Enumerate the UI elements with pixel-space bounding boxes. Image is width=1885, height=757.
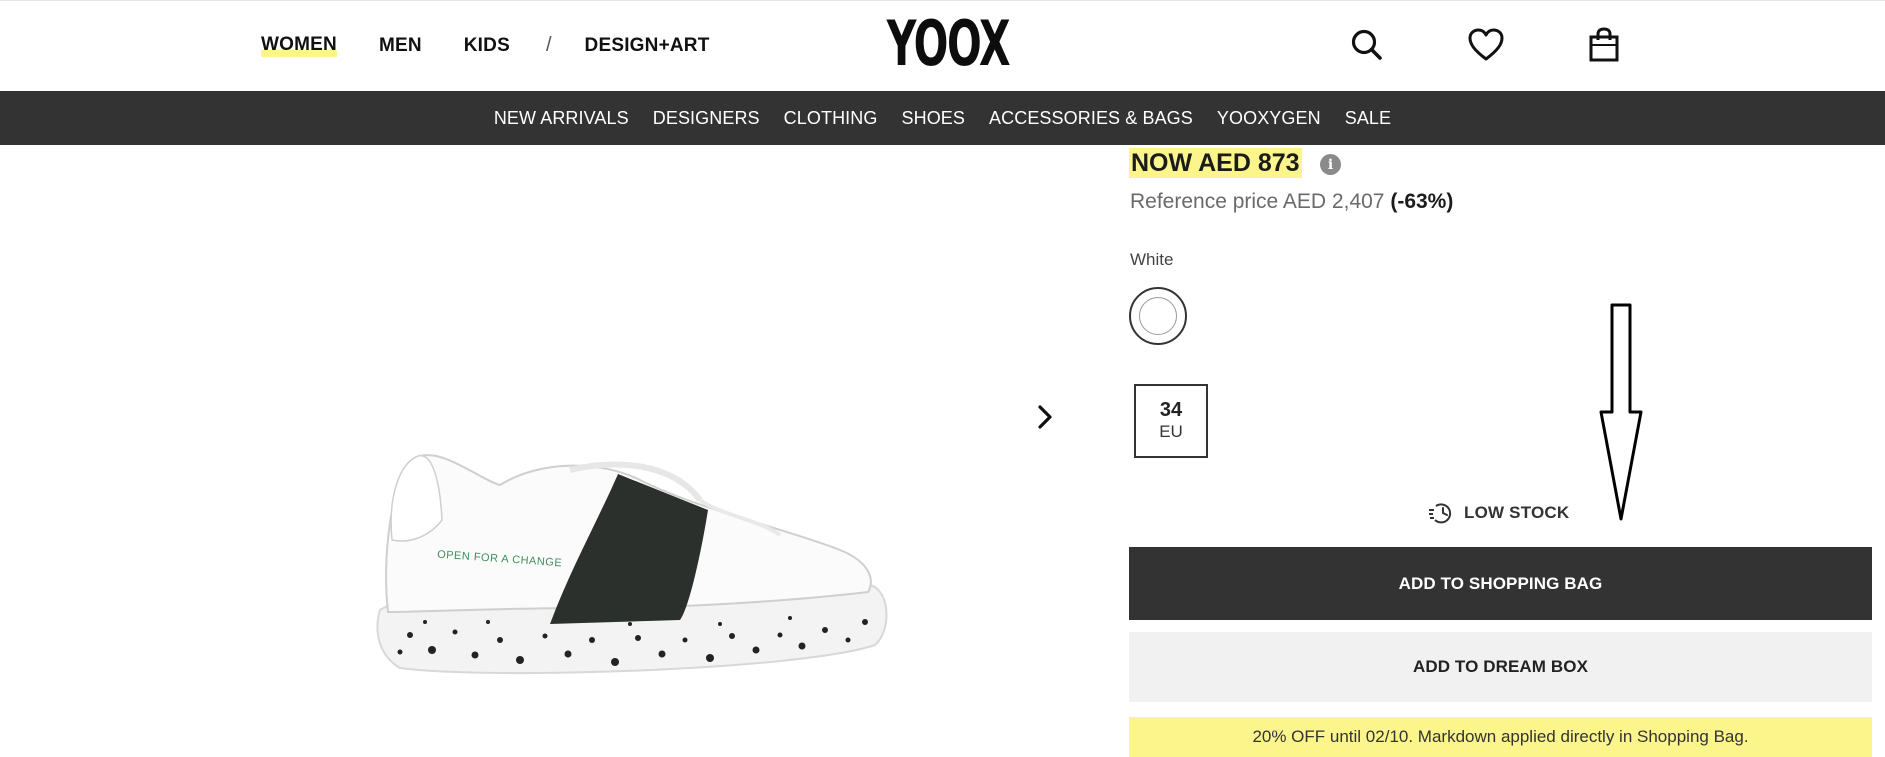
reference-price: Reference price AED 2,407 (-63%) xyxy=(1130,190,1453,214)
stock-indicator: LOW STOCK xyxy=(1428,501,1569,525)
nav-design-art[interactable]: DESIGN+ART xyxy=(585,35,710,57)
promo-banner: 20% OFF until 02/10. Markdown applied di… xyxy=(1129,717,1872,757)
top-header: WOMEN MEN KIDS / DESIGN+ART YOOX xyxy=(0,0,1885,91)
down-arrow-annotation xyxy=(1599,303,1643,521)
nav-men[interactable]: MEN xyxy=(379,35,422,57)
nav-separator: / xyxy=(545,34,552,56)
product-image[interactable] xyxy=(370,440,900,700)
color-swatch-white[interactable] xyxy=(1129,287,1187,345)
size-value: 34 xyxy=(1159,399,1183,421)
category-shoes[interactable]: SHOES xyxy=(901,108,965,129)
discount-percent: (-63%) xyxy=(1390,190,1454,213)
heart-icon[interactable] xyxy=(1466,25,1506,65)
info-icon[interactable]: i xyxy=(1320,154,1341,175)
reference-price-label: Reference price AED 2,407 xyxy=(1130,190,1385,213)
nav-women[interactable]: WOMEN xyxy=(261,34,337,57)
yoox-logo[interactable]: YOOX xyxy=(887,7,1011,80)
size-unit: EU xyxy=(1159,422,1183,441)
nav-kids[interactable]: KIDS xyxy=(464,35,510,57)
size-option-34[interactable]: 34 EU xyxy=(1134,384,1208,458)
search-icon[interactable] xyxy=(1347,25,1387,65)
stock-text: LOW STOCK xyxy=(1464,503,1570,522)
category-sale[interactable]: SALE xyxy=(1345,108,1391,129)
category-designers[interactable]: DESIGNERS xyxy=(653,108,760,129)
chevron-right-icon xyxy=(1038,405,1052,429)
history-clock-icon xyxy=(1429,503,1452,524)
category-yooxygen[interactable]: YOOXYGEN xyxy=(1217,108,1321,129)
color-label: White xyxy=(1130,250,1174,269)
gender-nav: WOMEN MEN KIDS / DESIGN+ART xyxy=(261,34,752,57)
category-clothing[interactable]: CLOTHING xyxy=(784,108,878,129)
category-new-arrivals[interactable]: NEW ARRIVALS xyxy=(494,108,629,129)
category-accessories-bags[interactable]: ACCESSORIES & BAGS xyxy=(989,108,1193,129)
next-image-arrow[interactable] xyxy=(1030,400,1060,434)
current-price: NOW AED 873 xyxy=(1129,148,1302,178)
category-bar: NEW ARRIVALS DESIGNERS CLOTHING SHOES AC… xyxy=(0,91,1885,145)
shopping-bag-icon[interactable] xyxy=(1584,25,1624,65)
add-to-dream-box-button[interactable]: ADD TO DREAM BOX xyxy=(1129,632,1872,702)
add-to-shopping-bag-button[interactable]: ADD TO SHOPPING BAG xyxy=(1129,547,1872,620)
color-swatch-fill xyxy=(1139,297,1177,335)
